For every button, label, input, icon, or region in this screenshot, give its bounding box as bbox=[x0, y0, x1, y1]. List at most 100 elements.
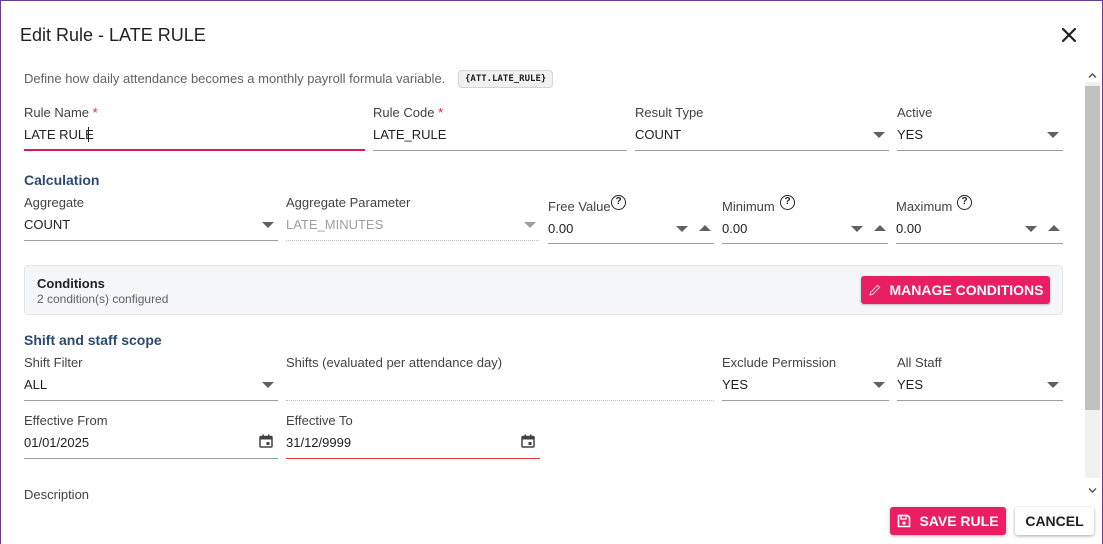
maximum-underline bbox=[896, 243, 1063, 244]
shift-filter-select[interactable]: Shift Filter ALL bbox=[24, 355, 278, 403]
calculation-heading: Calculation bbox=[24, 172, 100, 188]
maximum-value: 0.00 bbox=[896, 221, 922, 236]
maximum-field[interactable]: Maximum ? 0.00 bbox=[896, 195, 1063, 245]
rule-name-label: Rule Name bbox=[24, 105, 90, 120]
save-rule-label: SAVE RULE bbox=[919, 513, 999, 529]
decrement-icon[interactable] bbox=[1025, 226, 1037, 232]
rule-name-value: LATE RULE bbox=[24, 127, 94, 142]
manage-conditions-label: MANAGE CONDITIONS bbox=[889, 282, 1044, 298]
scrollbar-thumb[interactable] bbox=[1085, 86, 1100, 410]
active-select[interactable]: Active YES bbox=[897, 105, 1063, 153]
minimum-underline bbox=[722, 243, 888, 244]
rule-code-field[interactable]: Rule Code * LATE_RULE bbox=[373, 105, 627, 153]
effective-to-value: 31/12/9999 bbox=[286, 435, 352, 450]
chevron-down-icon bbox=[1047, 132, 1059, 138]
aggregate-parameter-value: LATE_MINUTES bbox=[286, 217, 384, 232]
rule-code-label: Rule Code bbox=[373, 105, 435, 120]
description-label: Description bbox=[24, 487, 90, 502]
free-value-underline bbox=[548, 243, 714, 244]
rule-code-underline bbox=[373, 150, 627, 151]
dialog-scrollbar[interactable] bbox=[1085, 68, 1100, 498]
aggregate-underline bbox=[24, 240, 278, 241]
chevron-down-icon bbox=[262, 382, 274, 388]
conditions-summary: 2 condition(s) configured bbox=[37, 292, 169, 306]
all-staff-label: All Staff bbox=[897, 355, 942, 370]
effective-from-field[interactable]: Effective From 01/01/2025 bbox=[24, 413, 278, 461]
aggregate-value: COUNT bbox=[24, 217, 71, 232]
active-underline bbox=[897, 150, 1063, 151]
floppy-disk-icon bbox=[898, 514, 911, 528]
increment-icon[interactable] bbox=[1048, 225, 1060, 231]
minimum-label: Minimum bbox=[722, 199, 775, 214]
aggregate-select[interactable]: Aggregate COUNT bbox=[24, 195, 278, 243]
result-type-underline bbox=[635, 150, 889, 151]
shifts-label: Shifts (evaluated per attendance day) bbox=[286, 355, 503, 370]
active-label: Active bbox=[897, 105, 933, 120]
minimum-field[interactable]: Minimum ? 0.00 bbox=[722, 195, 888, 245]
free-value-field[interactable]: Free Value ? 0.00 bbox=[548, 195, 714, 245]
rule-code-value: LATE_RULE bbox=[373, 127, 447, 142]
shift-filter-label: Shift Filter bbox=[24, 355, 83, 370]
required-marker: * bbox=[438, 105, 444, 120]
dialog-intro: Define how daily attendance becomes a mo… bbox=[24, 71, 446, 86]
manage-conditions-button[interactable]: MANAGE CONDITIONS bbox=[861, 276, 1050, 304]
shift-filter-underline bbox=[24, 400, 278, 401]
all-staff-value: YES bbox=[897, 377, 924, 392]
increment-icon[interactable] bbox=[874, 225, 886, 231]
scroll-down-icon[interactable] bbox=[1088, 487, 1097, 494]
result-type-select[interactable]: Result Type COUNT bbox=[635, 105, 889, 153]
help-circle-icon[interactable]: ? bbox=[957, 195, 972, 210]
exclude-permission-select[interactable]: Exclude Permission YES bbox=[722, 355, 889, 403]
conditions-panel: Conditions 2 condition(s) configured MAN… bbox=[24, 265, 1063, 315]
all-staff-underline bbox=[897, 400, 1063, 401]
effective-to-field[interactable]: Effective To 31/12/9999 bbox=[286, 413, 540, 461]
decrement-icon[interactable] bbox=[676, 226, 688, 232]
scope-heading: Shift and staff scope bbox=[24, 332, 162, 348]
help-circle-icon[interactable]: ? bbox=[611, 195, 626, 210]
exclude-permission-label: Exclude Permission bbox=[722, 355, 837, 370]
maximum-label: Maximum bbox=[896, 199, 953, 214]
minimum-value: 0.00 bbox=[722, 221, 748, 236]
aggregate-label: Aggregate bbox=[24, 195, 84, 210]
effective-to-label: Effective To bbox=[286, 413, 353, 428]
all-staff-select[interactable]: All Staff YES bbox=[897, 355, 1063, 403]
result-type-label: Result Type bbox=[635, 105, 704, 120]
chevron-down-icon bbox=[873, 382, 885, 388]
aggregate-parameter-select[interactable]: Aggregate Parameter LATE_MINUTES bbox=[286, 195, 539, 243]
edit-rule-dialog: Edit Rule - LATE RULE Define how daily a… bbox=[0, 0, 1103, 544]
pencil-icon bbox=[868, 284, 880, 296]
aggregate-parameter-label: Aggregate Parameter bbox=[286, 195, 411, 210]
rule-name-field[interactable]: Rule Name * LATE RULE bbox=[24, 105, 365, 153]
decrement-icon[interactable] bbox=[851, 226, 863, 232]
effective-from-label: Effective From bbox=[24, 413, 108, 428]
effective-from-value: 01/01/2025 bbox=[24, 435, 90, 450]
cancel-button[interactable]: CANCEL bbox=[1015, 507, 1094, 535]
dialog-title: Edit Rule - LATE RULE bbox=[20, 25, 206, 45]
conditions-title: Conditions bbox=[37, 276, 105, 291]
scroll-up-icon[interactable] bbox=[1088, 72, 1097, 79]
calendar-icon[interactable] bbox=[259, 434, 273, 448]
exclude-permission-underline bbox=[722, 400, 889, 401]
exclude-permission-value: YES bbox=[722, 377, 749, 392]
close-icon[interactable] bbox=[1059, 25, 1079, 45]
shifts-underline bbox=[286, 400, 714, 401]
cancel-label: CANCEL bbox=[1025, 513, 1084, 529]
variable-chip: {ATT.LATE_RULE} bbox=[458, 70, 554, 88]
required-marker: * bbox=[92, 105, 98, 120]
increment-icon[interactable] bbox=[699, 225, 711, 231]
active-value: YES bbox=[897, 127, 924, 142]
effective-to-underline bbox=[286, 458, 540, 459]
save-rule-button[interactable]: SAVE RULE bbox=[890, 507, 1006, 535]
result-type-value: COUNT bbox=[635, 127, 682, 142]
free-value-label: Free Value bbox=[548, 199, 611, 214]
chevron-down-icon bbox=[524, 222, 536, 228]
help-circle-icon[interactable]: ? bbox=[780, 195, 795, 210]
text-cursor bbox=[88, 127, 89, 142]
calendar-icon[interactable] bbox=[521, 434, 535, 448]
aggregate-parameter-underline bbox=[286, 240, 539, 241]
chevron-down-icon bbox=[262, 222, 274, 228]
shift-filter-value: ALL bbox=[24, 377, 48, 392]
free-value-value: 0.00 bbox=[548, 221, 574, 236]
shifts-select[interactable]: Shifts (evaluated per attendance day) bbox=[286, 355, 714, 403]
chevron-down-icon bbox=[873, 132, 885, 138]
